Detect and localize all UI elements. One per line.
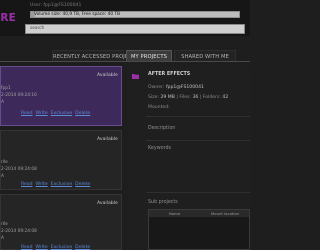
project-owner: rlle — [1, 222, 8, 227]
write-link[interactable]: Write — [36, 111, 48, 116]
size-value: 29 MB — [160, 95, 175, 100]
project-card[interactable]: Available rlle 2-2014 09:24:08 A Read Wri… — [0, 130, 122, 190]
subprojects-table: Name Mount location — [148, 209, 250, 250]
project-date: 2-2014 09:24:08 — [1, 229, 37, 234]
files-value: 36 — [192, 95, 199, 100]
project-status: Available — [97, 137, 118, 142]
project-owner: rlle — [1, 160, 8, 165]
project-owner: fpp1 — [1, 86, 11, 91]
project-actions: Read Write Exclusive Delete — [21, 111, 93, 116]
project-actions: Read Write Exclusive Delete — [21, 245, 93, 250]
volume-usage-text: Volume size: 40,9 TB, Free space: 40 TB — [34, 12, 121, 17]
description-label: Description — [148, 126, 176, 131]
project-detail-line: A — [1, 236, 4, 241]
folder-icon — [132, 73, 139, 79]
folders-value: 42 — [222, 95, 229, 100]
project-list: Available fpp1 2-2014 09:24:16 A Read Wri… — [0, 66, 122, 250]
column-header-mount-location[interactable]: Mount location — [211, 210, 239, 217]
write-link[interactable]: Write — [36, 182, 48, 187]
owner-value: fpp1@FS100041 — [165, 85, 204, 90]
project-status: Available — [97, 201, 118, 206]
divider — [146, 192, 250, 193]
project-details: fpp1 2-2014 09:24:16 A — [1, 85, 37, 106]
project-actions: Read Write Exclusive Delete — [21, 182, 93, 187]
delete-link[interactable]: Delete — [75, 245, 90, 250]
project-detail-line: A — [1, 174, 4, 179]
project-detail-line: A — [1, 100, 4, 105]
project-meta: Owner: fpp1@FS100041 Size: 29 MB | Files… — [148, 85, 229, 110]
project-details: rlle 2-2014 09:24:08 A — [1, 159, 37, 180]
subprojects-table-header: Name Mount location — [149, 210, 249, 217]
search-input[interactable]: search — [25, 24, 245, 34]
write-link[interactable]: Write — [36, 245, 48, 250]
project-details: rlle 2-2014 09:24:08 A — [1, 221, 37, 242]
project-card[interactable]: Available rlle 2-2014 09:24:08 A Read Wri… — [0, 194, 122, 250]
exclusive-link[interactable]: Exclusive — [51, 182, 72, 187]
delete-link[interactable]: Delete — [75, 182, 90, 187]
tab-divider — [0, 61, 250, 62]
project-status: Available — [97, 73, 118, 78]
app-logo: RE — [0, 13, 16, 24]
subprojects-label: Sub projects — [148, 200, 178, 205]
project-name: AFTER EFFECTS — [148, 72, 191, 77]
project-card[interactable]: Available fpp1 2-2014 09:24:16 A Read Wri… — [0, 66, 122, 126]
exclusive-link[interactable]: Exclusive — [51, 245, 72, 250]
user-info: User: fpp1@FS100041 — [30, 3, 82, 8]
read-link[interactable]: Read — [21, 182, 33, 187]
project-date: 2-2014 09:24:08 — [1, 167, 37, 172]
divider — [146, 116, 250, 117]
read-link[interactable]: Read — [21, 245, 33, 250]
mounted-label: Mounted: — [148, 105, 170, 110]
delete-link[interactable]: Delete — [75, 111, 90, 116]
folders-label: Folders: — [202, 95, 221, 100]
project-date: 2-2014 09:24:16 — [1, 93, 37, 98]
keywords-label: Keywords — [148, 146, 171, 151]
divider — [146, 140, 250, 141]
files-label: Files: — [179, 95, 191, 100]
exclusive-link[interactable]: Exclusive — [51, 111, 72, 116]
owner-label: Owner: — [148, 85, 165, 90]
top-bar: RE User: fpp1@FS100041 Volume size: 40,9… — [0, 0, 250, 36]
column-header-name[interactable]: Name — [169, 210, 180, 217]
size-label: Size: — [148, 95, 159, 100]
volume-usage-bar: Volume size: 40,9 TB, Free space: 40 TB — [30, 11, 240, 18]
read-link[interactable]: Read — [21, 111, 33, 116]
